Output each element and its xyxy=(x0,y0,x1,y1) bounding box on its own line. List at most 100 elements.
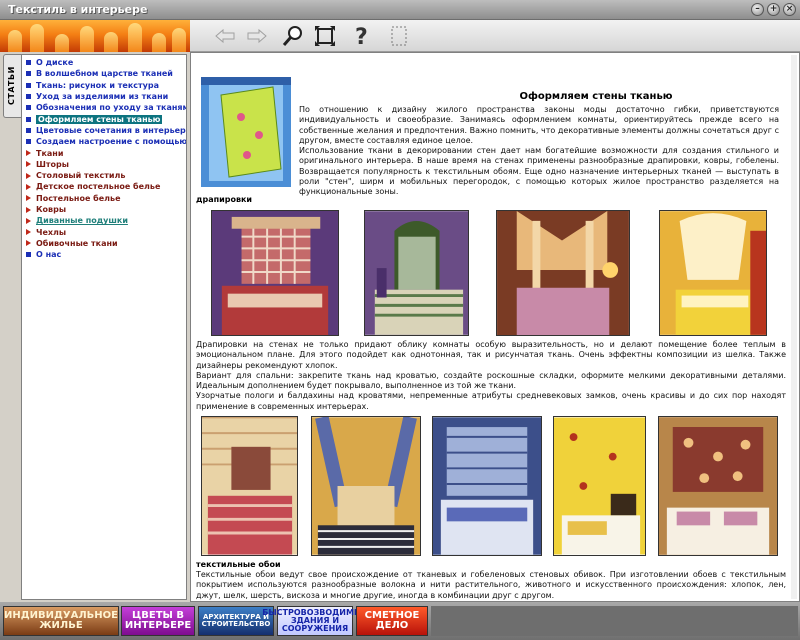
maximize-button[interactable]: + xyxy=(767,3,780,16)
toolbar: ? xyxy=(190,20,800,52)
header-illustration xyxy=(201,77,291,187)
sidebar-item[interactable]: Ткани xyxy=(22,147,186,158)
sidebar-item-label: Ткань: рисунок и текстура xyxy=(36,80,159,90)
sidebar-item-label: Диванные подушки xyxy=(36,216,128,226)
flame-banner xyxy=(0,20,190,52)
minimize-button[interactable]: – xyxy=(751,3,764,16)
photo-drapery-1 xyxy=(211,210,339,336)
sidebar-item[interactable]: Шторы xyxy=(22,159,186,170)
article-list: О диске В волшебном царстве тканей Ткань: … xyxy=(21,54,187,600)
forward-arrow-icon[interactable] xyxy=(244,23,270,49)
bullet-triangle-icon xyxy=(26,172,31,179)
select-icon[interactable] xyxy=(386,23,412,49)
window-controls: – + × xyxy=(751,3,796,16)
sidebar-item-label: Обивочные ткани xyxy=(36,238,118,248)
sidebar-item[interactable]: Уход за изделиями из ткани xyxy=(22,91,186,102)
bottom-bar-filler xyxy=(431,606,798,636)
link-flowers-in-interior[interactable]: ЦВЕТЫ В ИНТЕРЬЕРЕ xyxy=(121,606,195,636)
sidebar-item-label: Уход за изделиями из ткани xyxy=(36,92,169,102)
bullet-triangle-icon xyxy=(26,161,31,168)
paragraph: По отношению к дизайну жилого пространст… xyxy=(299,105,779,145)
photo-drapery-3 xyxy=(496,210,630,336)
section-heading-textile-wallpaper: текстильные обои xyxy=(196,560,281,569)
bullet-square-icon xyxy=(26,139,31,145)
sidebar-item-label: Создаем настроение с помощью цв xyxy=(36,137,187,147)
bullet-square-icon xyxy=(26,60,31,66)
section-heading-drapery: драпировки xyxy=(196,195,253,204)
photo-drapery-4 xyxy=(659,210,767,336)
svg-text:?: ? xyxy=(355,25,368,48)
sidebar-item-label: В волшебном царстве тканей xyxy=(36,69,173,79)
article-intro-text: По отношению к дизайну жилого пространст… xyxy=(299,105,779,198)
help-icon[interactable]: ? xyxy=(348,23,374,49)
bullet-square-icon xyxy=(26,116,31,122)
close-button[interactable]: × xyxy=(783,3,796,16)
sidebar-item-label: Постельное белье xyxy=(36,193,121,203)
bullet-square-icon xyxy=(26,71,31,77)
title-bar: Текстиль в интерьере – + × xyxy=(0,0,800,20)
tab-articles-label: СТАТЬИ xyxy=(7,66,16,105)
photo-canopy-2 xyxy=(311,416,421,556)
bullet-square-icon xyxy=(26,94,31,100)
drapery-text: Драпировки на стенах не только придают о… xyxy=(196,340,786,412)
bullet-triangle-icon xyxy=(26,240,31,247)
content-scrollbar[interactable] xyxy=(791,55,797,599)
fullscreen-icon[interactable] xyxy=(312,23,338,49)
sidebar-item-label: Ткани xyxy=(36,148,64,158)
tab-articles[interactable]: СТАТЬИ xyxy=(3,54,21,118)
textile-wallpaper-text: Текстильные обои ведут свое происхождени… xyxy=(196,570,786,601)
back-arrow-icon[interactable] xyxy=(212,23,238,49)
bullet-triangle-icon xyxy=(26,195,31,202)
article-pane: Оформляем стены тканью По отношению к ди… xyxy=(190,52,800,602)
sidebar-item[interactable]: Создаем настроение с помощью цв xyxy=(22,136,186,147)
sidebar-item[interactable]: Оформляем стены тканью xyxy=(22,113,186,124)
bullet-square-icon xyxy=(26,82,31,88)
sidebar-item[interactable]: Чехлы xyxy=(22,226,186,237)
sidebar-item[interactable]: О диске xyxy=(22,57,186,68)
photo-canopy-1 xyxy=(201,416,298,556)
sidebar-item-label: Столовый текстиль xyxy=(36,171,126,181)
photo-wallpaper-2 xyxy=(658,416,778,556)
sidebar-item[interactable]: Ковры xyxy=(22,204,186,215)
sidebar-item[interactable]: Постельное белье xyxy=(22,193,186,204)
drapery-text-body: Драпировки на стенах не только придают о… xyxy=(196,340,786,412)
sidebar-item[interactable]: Столовый текстиль xyxy=(22,170,186,181)
sidebar-item-label: Оформляем стены тканью xyxy=(36,114,163,124)
sidebar-item-label: Обозначения по уходу за тканями xyxy=(36,103,187,113)
sidebar-item-label: Ковры xyxy=(36,205,67,214)
sidebar-item-label: Чехлы xyxy=(36,227,67,237)
sidebar-item[interactable]: В волшебном царстве тканей xyxy=(22,68,186,79)
photo-drapery-2 xyxy=(364,210,469,336)
paragraph: Драпировки на стенах не только придают о… xyxy=(196,340,786,370)
sidebar-item[interactable]: Обозначения по уходу за тканями xyxy=(22,102,186,113)
link-individual-housing[interactable]: ИНДИВИДУАЛЬНОЕ ЖИЛЬЕ xyxy=(3,606,119,636)
bullet-triangle-icon xyxy=(26,183,31,190)
magnifier-icon[interactable] xyxy=(280,23,306,49)
bullet-triangle-icon xyxy=(26,150,31,157)
sidebar-item[interactable]: Цветовые сочетания в интерьере xyxy=(22,125,186,136)
link-estimates[interactable]: СМЕТНОЕ ДЕЛО xyxy=(356,606,428,636)
sidebar-item-label: О диске xyxy=(36,58,74,68)
photo-canopy-3 xyxy=(432,416,542,556)
link-prefab-buildings[interactable]: БЫСТРОВОЗВОДИМЫЕ ЗДАНИЯ И СООРУЖЕНИЯ xyxy=(262,606,368,636)
product-links-bar: ИНДИВИДУАЛЬНОЕ ЖИЛЬЕ ЦВЕТЫ В ИНТЕРЬЕРЕ А… xyxy=(0,602,800,640)
photo-wallpaper-1 xyxy=(553,416,646,556)
sidebar-item-label: О нас xyxy=(36,250,62,260)
sidebar-item[interactable]: Ткань: рисунок и текстура xyxy=(22,80,186,91)
window-title: Текстиль в интерьере xyxy=(8,3,148,16)
sidebar-item-label: Детское постельное белье xyxy=(36,182,161,192)
article-intro: По отношению к дизайну жилого пространст… xyxy=(299,105,779,198)
sidebar-item-label: Цветовые сочетания в интерьере xyxy=(36,125,187,135)
paragraph: Использование ткани в декорировании стен… xyxy=(299,146,779,197)
sidebar: СТАТЬИ О диске В волшебном царстве тканей… xyxy=(0,52,190,602)
bullet-triangle-icon xyxy=(26,229,31,236)
sidebar-item[interactable]: Диванные подушки xyxy=(22,215,186,226)
article-title: Оформляем стены тканью xyxy=(519,91,673,102)
bullet-triangle-icon xyxy=(26,217,31,224)
bullet-square-icon xyxy=(26,127,31,133)
sidebar-item[interactable]: О нас xyxy=(22,249,186,260)
sidebar-item[interactable]: Обивочные ткани xyxy=(22,238,186,249)
sidebar-item[interactable]: Детское постельное белье xyxy=(22,181,186,192)
textile-wallpaper-text-body: Текстильные обои ведут свое происхождени… xyxy=(196,570,786,601)
sidebar-item-label: Шторы xyxy=(36,159,69,169)
